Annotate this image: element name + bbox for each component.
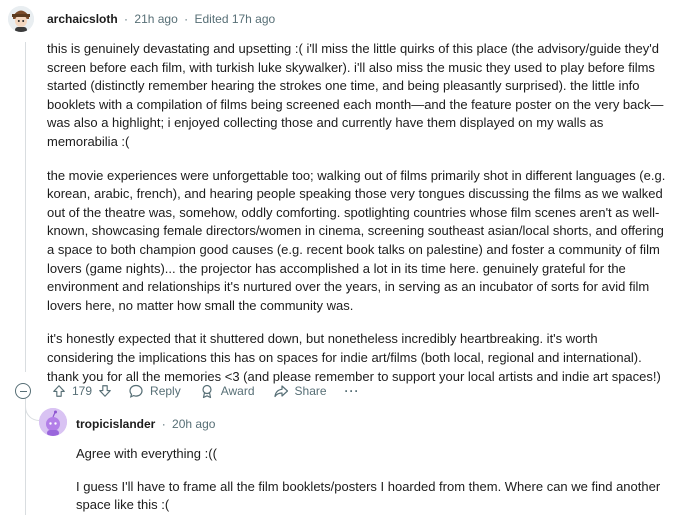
reply-paragraph: I guess I'll have to frame all the film … [76,478,661,513]
reply-author-avatar[interactable] [39,408,67,436]
vote-control: 179 [52,384,112,398]
author-avatar[interactable] [8,6,34,32]
thread-line [25,42,26,372]
award-label: Award [220,384,255,398]
award-icon [202,384,212,399]
share-label: Share [294,384,327,398]
reply-time: 20h ago [172,417,216,431]
comment-paragraph: the movie experiences were unforgettable… [47,167,666,313]
reply-label: Reply [150,384,181,398]
downvote-icon[interactable] [98,384,112,398]
more-options-button[interactable]: ··· [345,384,360,398]
share-button[interactable]: Share [273,383,327,399]
comment-meta: archaicsloth · 21h ago · Edited 17h ago [47,12,276,26]
vote-count: 179 [72,384,93,398]
comment-body: this is genuinely devastating and upsett… [47,40,667,401]
comment-paragraph: this is genuinely devastating and upsett… [47,41,664,149]
comment-author[interactable]: archaicsloth [47,12,118,26]
upvote-icon[interactable] [52,384,66,398]
avatar-snoo-icon [39,408,67,436]
reply-meta: tropicislander · 20h ago [76,417,216,431]
reply-body: Agree with everything :(( I guess I'll h… [76,445,666,529]
comment-time: 21h ago [134,12,178,26]
reply-paragraph: Agree with everything :(( [76,446,217,461]
reply-button[interactable]: Reply [128,383,181,399]
avatar-snoo-icon [8,6,34,32]
reply-author[interactable]: tropicislander [76,417,155,431]
comment-action-bar: 179 Reply Award Share ··· [15,378,378,404]
award-button[interactable]: Award [199,383,255,399]
share-icon [273,385,288,398]
comment-edited: Edited 17h ago [194,12,276,26]
comment-bubble-icon [129,384,143,398]
thread-line-continued [25,398,26,515]
collapse-thread-button[interactable] [15,383,31,399]
more-options-icon: ··· [344,384,360,398]
